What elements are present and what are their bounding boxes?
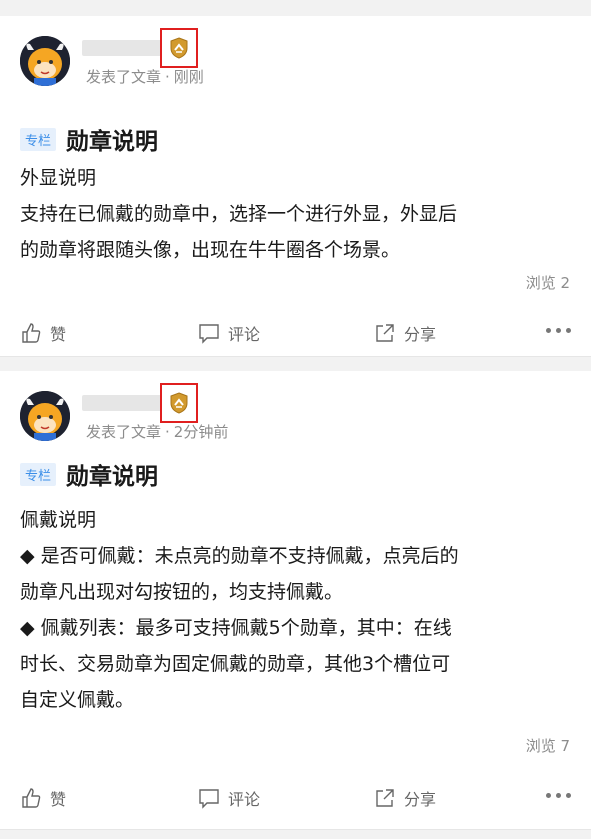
column-tag: 专栏	[20, 127, 57, 151]
post-title[interactable]: 勋章说明	[66, 457, 158, 491]
view-count: 浏览 2	[525, 274, 570, 292]
more-options-button[interactable]	[546, 793, 571, 798]
view-count: 浏览 7	[525, 737, 570, 755]
share-icon	[376, 789, 394, 807]
username-redacted[interactable]	[82, 40, 162, 56]
post-card[interactable]: 发表了文章 · 刚刚 专栏 勋章说明 外显说明 支持在已佩戴的勋章中，选择一个进行外…	[0, 16, 591, 357]
share-button[interactable]: 分享	[374, 786, 436, 810]
post-body: 外显说明 支持在已佩戴的勋章中，选择一个进行外显，外显后 的勋章将跟随头像，出现…	[20, 167, 458, 261]
medal-badge-icon	[170, 392, 188, 414]
thumb-up-icon	[22, 323, 41, 343]
medal-highlight-box	[160, 383, 198, 423]
post-card[interactable]: 发表了文章 · 2分钟前 专栏 勋章说明 佩戴说明 ◆ 是否可佩戴：未点亮的勋章不支…	[0, 371, 591, 830]
comment-icon	[199, 324, 219, 344]
more-options-button[interactable]	[546, 328, 571, 333]
share-icon	[376, 324, 394, 342]
username-redacted[interactable]	[82, 395, 162, 411]
post-header: 发表了文章 · 2分钟前	[20, 383, 571, 445]
post-meta: 发表了文章 · 刚刚	[86, 68, 204, 86]
post-meta: 发表了文章 · 2分钟前	[86, 423, 229, 441]
avatar[interactable]	[20, 36, 70, 86]
action-bar: 赞 评论 分享	[20, 783, 571, 813]
comment-button[interactable]: 评论	[198, 786, 260, 810]
share-button[interactable]: 分享	[374, 321, 436, 345]
column-tag: 专栏	[20, 462, 57, 486]
like-button[interactable]: 赞	[20, 786, 66, 810]
medal-badge-icon	[170, 37, 188, 59]
medal-highlight-box	[160, 28, 198, 68]
action-bar: 赞 评论 分享	[20, 318, 571, 348]
post-body: 佩戴说明 ◆ 是否可佩戴：未点亮的勋章不支持佩戴，点亮后的 勋章凡出现对勾按钮的…	[20, 509, 459, 711]
title-row[interactable]: 专栏 勋章说明	[20, 457, 158, 491]
like-button[interactable]: 赞	[20, 321, 66, 345]
comment-icon	[199, 789, 219, 809]
avatar[interactable]	[20, 391, 70, 441]
title-row[interactable]: 专栏 勋章说明	[20, 122, 158, 156]
post-header: 发表了文章 · 刚刚	[20, 28, 571, 90]
comment-button[interactable]: 评论	[198, 321, 260, 345]
thumb-up-icon	[22, 788, 41, 808]
post-title[interactable]: 勋章说明	[66, 122, 158, 156]
